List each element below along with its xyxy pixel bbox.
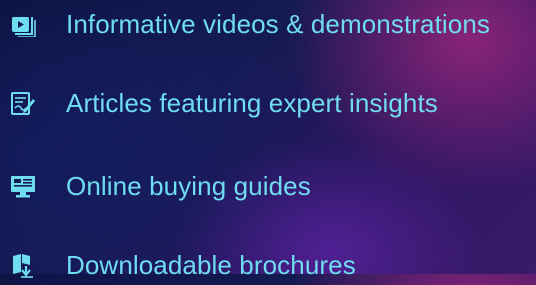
list-item-videos: Informative videos & demonstrations [10,4,490,44]
article-pen-icon [10,90,36,116]
list-item-label: Articles featuring expert insights [66,88,438,118]
brochure-download-icon [10,252,36,278]
resource-list: Informative videos & demonstrations Arti… [0,0,536,280]
list-item-buying-guides: Online buying guides [10,166,311,206]
list-item-brochures: Downloadable brochures [10,245,356,285]
computer-monitor-icon [10,173,36,199]
list-item-articles: Articles featuring expert insights [10,83,438,123]
list-item-label: Downloadable brochures [66,250,356,280]
list-item-label: Online buying guides [66,171,311,201]
video-playlist-icon [10,11,36,37]
list-item-label: Informative videos & demonstrations [66,9,491,39]
